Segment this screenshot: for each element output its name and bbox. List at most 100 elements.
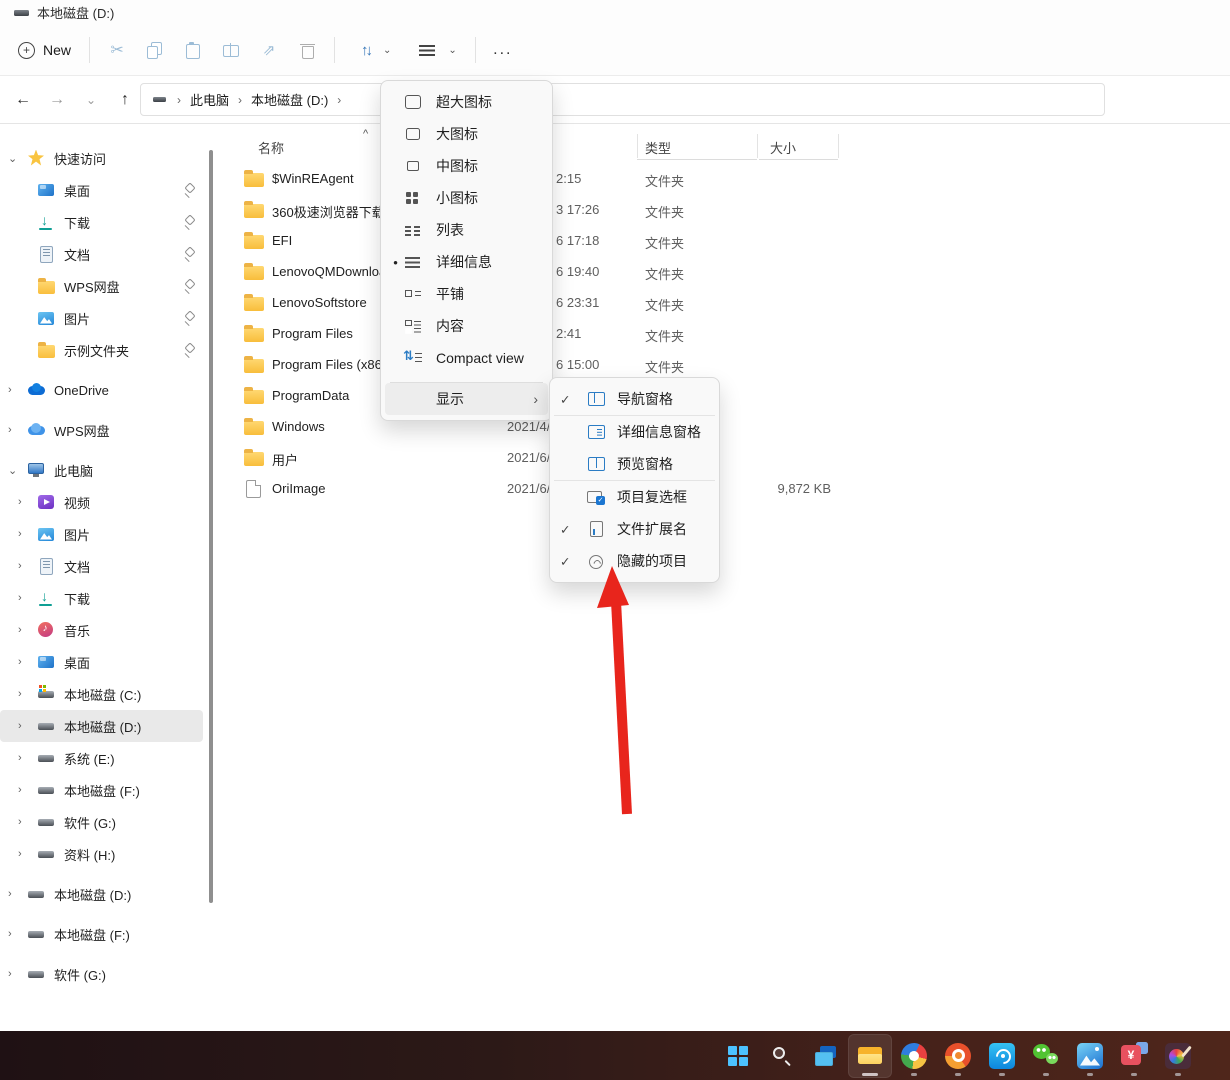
view-menu-item[interactable]: 大图标 <box>385 118 548 150</box>
tree-chevron-icon[interactable]: ⌄ <box>8 152 28 165</box>
sidebar-item[interactable]: 图片 <box>0 302 203 334</box>
view-menu-item[interactable]: 显示 › <box>385 383 548 415</box>
tree-chevron-icon[interactable]: › <box>18 688 38 700</box>
view-button[interactable]: ⌄ <box>409 32 466 68</box>
show-submenu-item[interactable]: 详细信息窗格 <box>554 416 715 448</box>
table-row[interactable]: 用户 2021/6/2 <box>230 443 1230 474</box>
tree-chevron-icon[interactable]: › <box>18 784 38 796</box>
tree-chevron-icon[interactable]: › <box>18 624 38 636</box>
app-icon <box>989 1043 1015 1069</box>
pin-icon <box>183 312 195 324</box>
photos-button[interactable] <box>1068 1034 1112 1078</box>
show-submenu-item[interactable]: ✓ 文件扩展名 <box>554 513 715 545</box>
tree-chevron-icon[interactable]: › <box>18 816 38 828</box>
sidebar-item[interactable]: 文档 <box>0 238 203 270</box>
tree-chevron-icon[interactable]: › <box>8 968 28 980</box>
sidebar-item[interactable]: › 本地磁盘 (C:) <box>0 678 203 710</box>
rename-button[interactable] <box>212 32 250 68</box>
up-button[interactable]: ↑ <box>108 84 142 116</box>
forward-button[interactable]: → <box>40 84 74 116</box>
view-menu-item[interactable]: Compact view <box>385 342 548 374</box>
recent-locations-button[interactable]: ⌄ <box>74 84 108 116</box>
start-button[interactable] <box>716 1034 760 1078</box>
view-menu-item[interactable]: 超大图标 <box>385 86 548 118</box>
tree-chevron-icon[interactable]: › <box>18 720 38 732</box>
sidebar-item[interactable]: › 本地磁盘 (F:) <box>0 774 203 806</box>
sidebar-item[interactable]: › 图片 <box>0 518 203 550</box>
file-explorer-button[interactable] <box>848 1034 892 1078</box>
sidebar-item[interactable]: ⌄ 快速访问 <box>0 142 203 174</box>
sidebar-item[interactable]: 示例文件夹 <box>0 334 203 366</box>
browser-button[interactable] <box>936 1034 980 1078</box>
sidebar-item[interactable]: ⌄ 此电脑 <box>0 454 203 486</box>
sidebar-item[interactable]: › 本地磁盘 (F:) <box>0 918 203 950</box>
option-icon <box>586 551 606 571</box>
sidebar-item[interactable]: › 软件 (G:) <box>0 806 203 838</box>
view-menu-item[interactable]: 内容 <box>385 310 548 342</box>
sidebar-item[interactable]: › 下载 <box>0 582 203 614</box>
task-view-button[interactable] <box>804 1034 848 1078</box>
translator-button[interactable] <box>1112 1034 1156 1078</box>
paste-button[interactable] <box>174 32 212 68</box>
sidebar-item[interactable]: › 音乐 <box>0 614 203 646</box>
tree-chevron-icon[interactable]: › <box>18 496 38 508</box>
tree-chevron-icon[interactable]: › <box>18 848 38 860</box>
column-header-size[interactable]: 大小 <box>770 138 796 157</box>
sidebar-item[interactable]: › 软件 (G:) <box>0 958 203 990</box>
view-menu-item[interactable]: 中图标 <box>385 150 548 182</box>
tree-chevron-icon[interactable]: › <box>18 528 38 540</box>
baidu-netdisk-button[interactable] <box>980 1034 1024 1078</box>
show-submenu-item[interactable]: 项目复选框 <box>554 481 715 513</box>
menu-item-label: 隐藏的项目 <box>617 551 687 571</box>
breadcrumb-drive[interactable]: 本地磁盘 (D:) <box>251 90 328 109</box>
tree-chevron-icon[interactable]: › <box>8 384 28 396</box>
tree-chevron-icon[interactable]: › <box>8 928 28 940</box>
tree-chevron-icon[interactable]: ⌄ <box>8 464 28 477</box>
tree-chevron-icon[interactable]: › <box>18 592 38 604</box>
sidebar-item-icon <box>38 281 55 294</box>
view-menu-item[interactable]: • 详细信息 <box>385 246 548 278</box>
copy-button[interactable] <box>136 32 174 68</box>
show-submenu-item[interactable]: ✓ 导航窗格 <box>554 383 715 416</box>
search-button[interactable] <box>760 1034 804 1078</box>
tree-chevron-icon[interactable]: › <box>8 888 28 900</box>
view-menu-item[interactable]: 小图标 <box>385 182 548 214</box>
tree-chevron-icon[interactable]: › <box>8 424 28 436</box>
sidebar-item[interactable]: › 本地磁盘 (D:) <box>0 878 203 910</box>
back-button[interactable]: ← <box>6 84 40 116</box>
table-row[interactable]: OriImage 2021/6/2 9,872 KB <box>230 474 1230 505</box>
sidebar-item[interactable]: › 视频 <box>0 486 203 518</box>
sidebar-item[interactable]: › 资料 (H:) <box>0 838 203 870</box>
sidebar-item[interactable]: 桌面 <box>0 174 203 206</box>
sidebar-item[interactable]: › 文档 <box>0 550 203 582</box>
sort-button[interactable]: ↑↓ ⌄ <box>351 32 401 68</box>
new-button[interactable]: + New <box>8 32 81 68</box>
sidebar-item[interactable]: › 系统 (E:) <box>0 742 203 774</box>
cut-button[interactable]: ✂ <box>98 32 136 68</box>
sidebar-item[interactable]: › WPS网盘 <box>0 414 203 446</box>
tree-chevron-icon[interactable]: › <box>18 656 38 668</box>
sidebar-item[interactable]: › 桌面 <box>0 646 203 678</box>
file-name: ProgramData <box>272 388 349 403</box>
paint-button[interactable] <box>1156 1034 1200 1078</box>
sidebar-item[interactable]: WPS网盘 <box>0 270 203 302</box>
tree-chevron-icon[interactable]: › <box>18 752 38 764</box>
sidebar-item[interactable]: › OneDrive <box>0 374 203 406</box>
sidebar-item[interactable]: 下载 <box>0 206 203 238</box>
sidebar-item[interactable]: › 本地磁盘 (D:) <box>0 710 203 742</box>
show-submenu-item[interactable]: ✓ 隐藏的项目 <box>554 545 715 577</box>
view-menu-item[interactable]: 平铺 <box>385 278 548 310</box>
column-header-type[interactable]: 类型 <box>645 138 671 157</box>
share-button[interactable]: ⇗ <box>250 32 288 68</box>
show-submenu-item[interactable]: 预览窗格 <box>554 448 715 481</box>
more-button[interactable]: ... <box>484 32 522 68</box>
address-bar[interactable]: › 此电脑 › 本地磁盘 (D:) › <box>140 83 1105 116</box>
wechat-button[interactable] <box>1024 1034 1068 1078</box>
view-menu-item[interactable]: 列表 <box>385 214 548 246</box>
tree-chevron-icon[interactable]: › <box>18 560 38 572</box>
breadcrumb-this-pc[interactable]: 此电脑 <box>190 90 229 109</box>
column-header-name[interactable]: 名称 <box>258 138 284 157</box>
browser-360-button[interactable] <box>892 1034 936 1078</box>
sidebar-scrollbar[interactable] <box>209 150 213 903</box>
delete-button[interactable] <box>288 32 326 68</box>
